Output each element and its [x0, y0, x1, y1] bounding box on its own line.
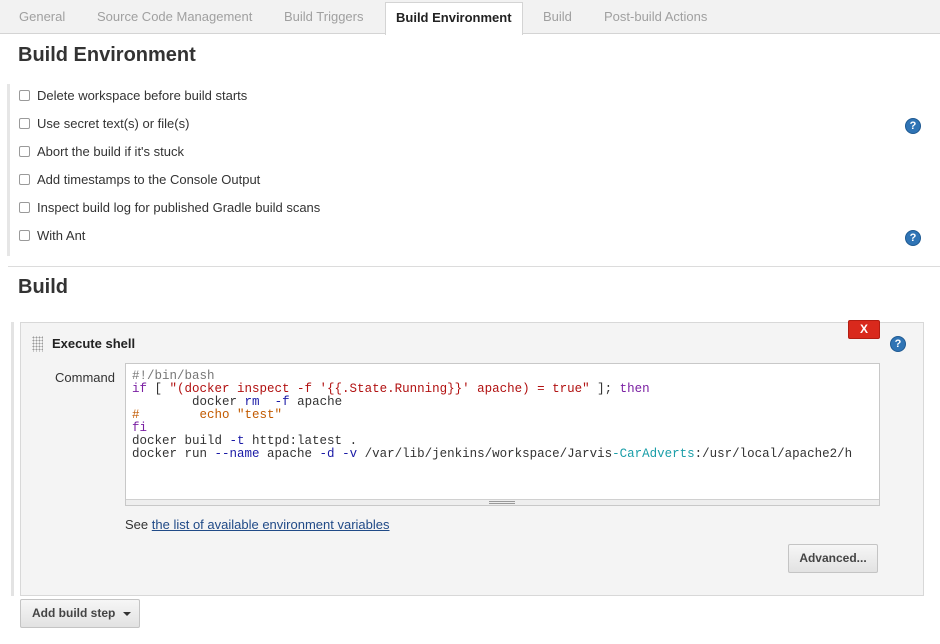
option-label: With Ant — [37, 228, 86, 243]
command-editor[interactable]: #!/bin/bash if [ "(docker inspect -f '{{… — [125, 363, 880, 506]
option-delete-workspace[interactable]: Delete workspace before build starts — [19, 86, 247, 106]
tab-build[interactable]: Build — [543, 0, 572, 34]
option-label: Add timestamps to the Console Output — [37, 172, 261, 187]
command-label: Command — [55, 370, 115, 385]
tab-post-build-actions[interactable]: Post-build Actions — [604, 0, 707, 34]
option-with-ant[interactable]: With Ant — [19, 226, 85, 246]
command-code[interactable]: #!/bin/bash if [ "(docker inspect -f '{{… — [132, 370, 852, 461]
code-line-build: docker build -t httpd:latest . — [132, 434, 358, 448]
see-prefix: See — [125, 517, 149, 532]
build-section-title: Build — [18, 276, 68, 298]
help-icon[interactable]: ? — [890, 336, 906, 352]
option-add-timestamps[interactable]: Add timestamps to the Console Output — [19, 170, 260, 190]
tab-build-triggers[interactable]: Build Triggers — [284, 0, 363, 34]
section-divider — [8, 266, 940, 267]
code-line: # echo "test" — [132, 408, 283, 422]
add-timestamps-checkbox[interactable] — [19, 174, 30, 186]
build-environment-title: Build Environment — [18, 44, 196, 66]
delete-step-button[interactable]: X — [848, 320, 880, 339]
option-use-secret[interactable]: Use secret text(s) or file(s) — [19, 114, 189, 134]
help-icon[interactable]: ? — [905, 230, 921, 246]
code-line: #!/bin/bash — [132, 369, 215, 383]
option-abort-stuck[interactable]: Abort the build if it's stuck — [19, 142, 184, 162]
code-line-rm: docker rm -f apache — [132, 395, 343, 409]
execute-shell-title: Execute shell — [52, 336, 136, 351]
code-line: fi — [132, 421, 148, 435]
abort-stuck-checkbox[interactable] — [19, 146, 30, 158]
editor-resize-handle[interactable] — [126, 499, 879, 505]
tab-build-environment[interactable]: Build Environment — [385, 2, 523, 35]
advanced-button[interactable]: Advanced... — [788, 544, 878, 573]
option-label: Use secret text(s) or file(s) — [37, 116, 190, 131]
help-icon[interactable]: ? — [905, 118, 921, 134]
add-build-step-label: Add build step — [32, 606, 116, 620]
option-label: Delete workspace before build starts — [37, 88, 248, 103]
env-vars-link[interactable]: the list of available environment variab… — [152, 517, 390, 532]
build-group-bar — [11, 322, 14, 596]
env-vars-hint: See the list of available environment va… — [125, 517, 390, 532]
tab-general[interactable]: General — [19, 0, 65, 34]
with-ant-checkbox[interactable] — [19, 230, 30, 242]
add-build-step-button[interactable]: Add build step — [20, 599, 140, 628]
use-secret-checkbox[interactable] — [19, 118, 30, 130]
option-gradle-scans[interactable]: Inspect build log for published Gradle b… — [19, 198, 320, 218]
drag-handle-icon[interactable] — [32, 336, 43, 352]
option-label: Inspect build log for published Gradle b… — [37, 200, 321, 215]
code-line-if: if [ "(docker inspect -f '{{.State.Runni… — [132, 382, 650, 396]
gradle-scans-checkbox[interactable] — [19, 202, 30, 214]
option-label: Abort the build if it's stuck — [37, 144, 184, 159]
config-tab-bar: General Source Code Management Build Tri… — [0, 0, 940, 35]
options-group-bar — [7, 84, 10, 256]
caret-down-icon — [123, 611, 132, 616]
tab-source-code-management[interactable]: Source Code Management — [97, 0, 252, 34]
code-line-run: docker run --name apache -d -v /var/lib/… — [132, 447, 853, 461]
delete-workspace-checkbox[interactable] — [19, 90, 30, 102]
